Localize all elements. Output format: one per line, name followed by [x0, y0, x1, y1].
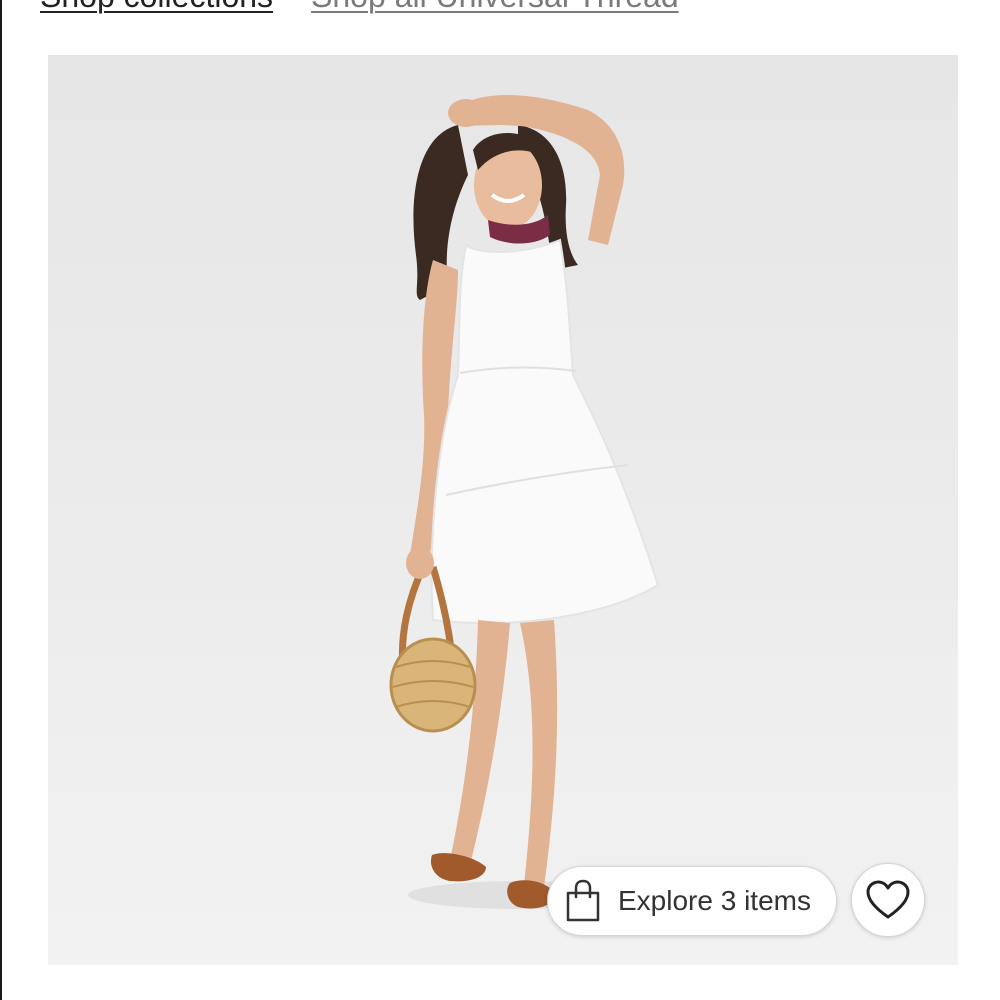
left-sandal [430, 853, 486, 882]
model-illustration [389, 95, 660, 909]
explore-items-label: Explore 3 items [618, 885, 811, 916]
explore-items-button[interactable]: Explore 3 items [547, 866, 837, 936]
heart-outline-icon [866, 880, 910, 919]
shop-collections-link[interactable]: Shop collections [40, 0, 273, 14]
shopping-bag-icon [566, 879, 600, 922]
product-photo[interactable] [48, 55, 958, 965]
page: Shop collections Shop all Universal Thre… [0, 0, 1000, 1000]
white-dress [430, 238, 660, 625]
right-leg [520, 620, 558, 887]
favorite-button[interactable] [851, 863, 925, 937]
shop-brand-link[interactable]: Shop all Universal Thread [311, 0, 679, 14]
collection-links: Shop collections Shop all Universal Thre… [40, 0, 679, 14]
